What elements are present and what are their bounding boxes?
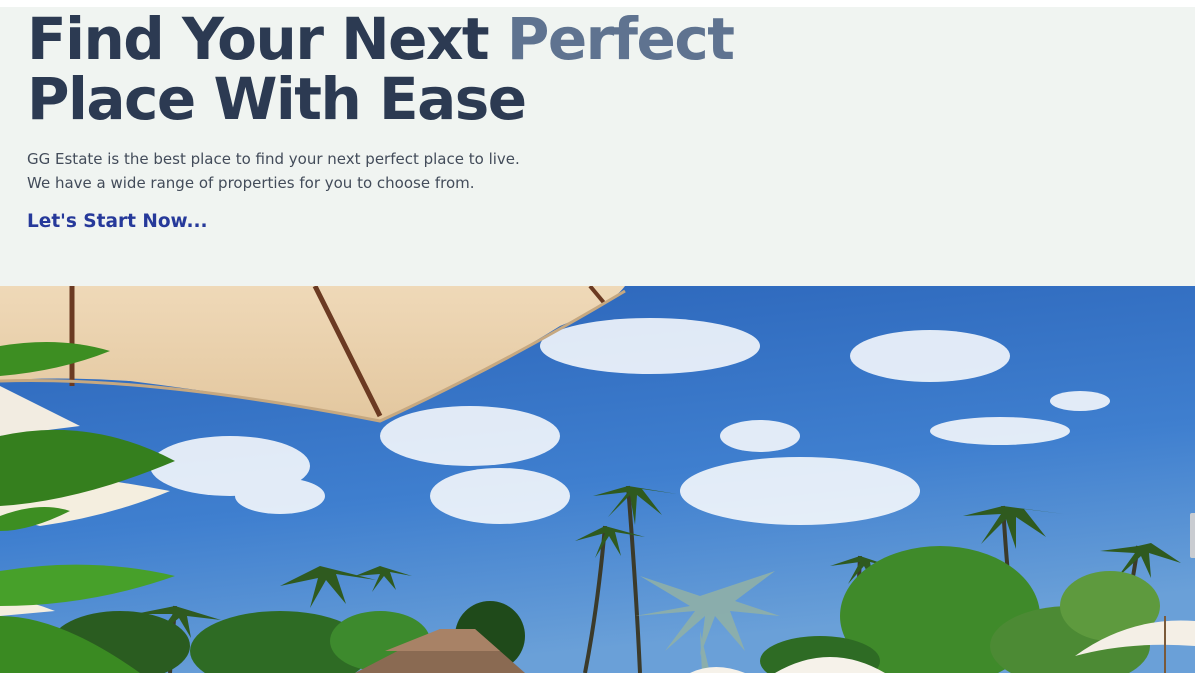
start-now-link[interactable]: Let's Start Now...	[27, 211, 208, 232]
scroll-indicator[interactable]	[1190, 513, 1195, 558]
description-line2: We have a wide range of properties for y…	[27, 174, 475, 192]
headline-accent: Perfect	[506, 5, 735, 73]
description-line1: GG Estate is the best place to find your…	[27, 150, 520, 168]
resort-photo	[0, 286, 1195, 673]
headline-part1: Find Your Next	[27, 5, 507, 73]
hero-section: Find Your Next Perfect Place With Ease G…	[0, 7, 1195, 286]
hero-description: GG Estate is the best place to find your…	[27, 147, 520, 195]
hero-headline: Find Your Next Perfect Place With Ease	[27, 9, 735, 129]
resort-photo-illustration	[0, 286, 1195, 673]
headline-line2: Place With Ease	[27, 65, 527, 133]
